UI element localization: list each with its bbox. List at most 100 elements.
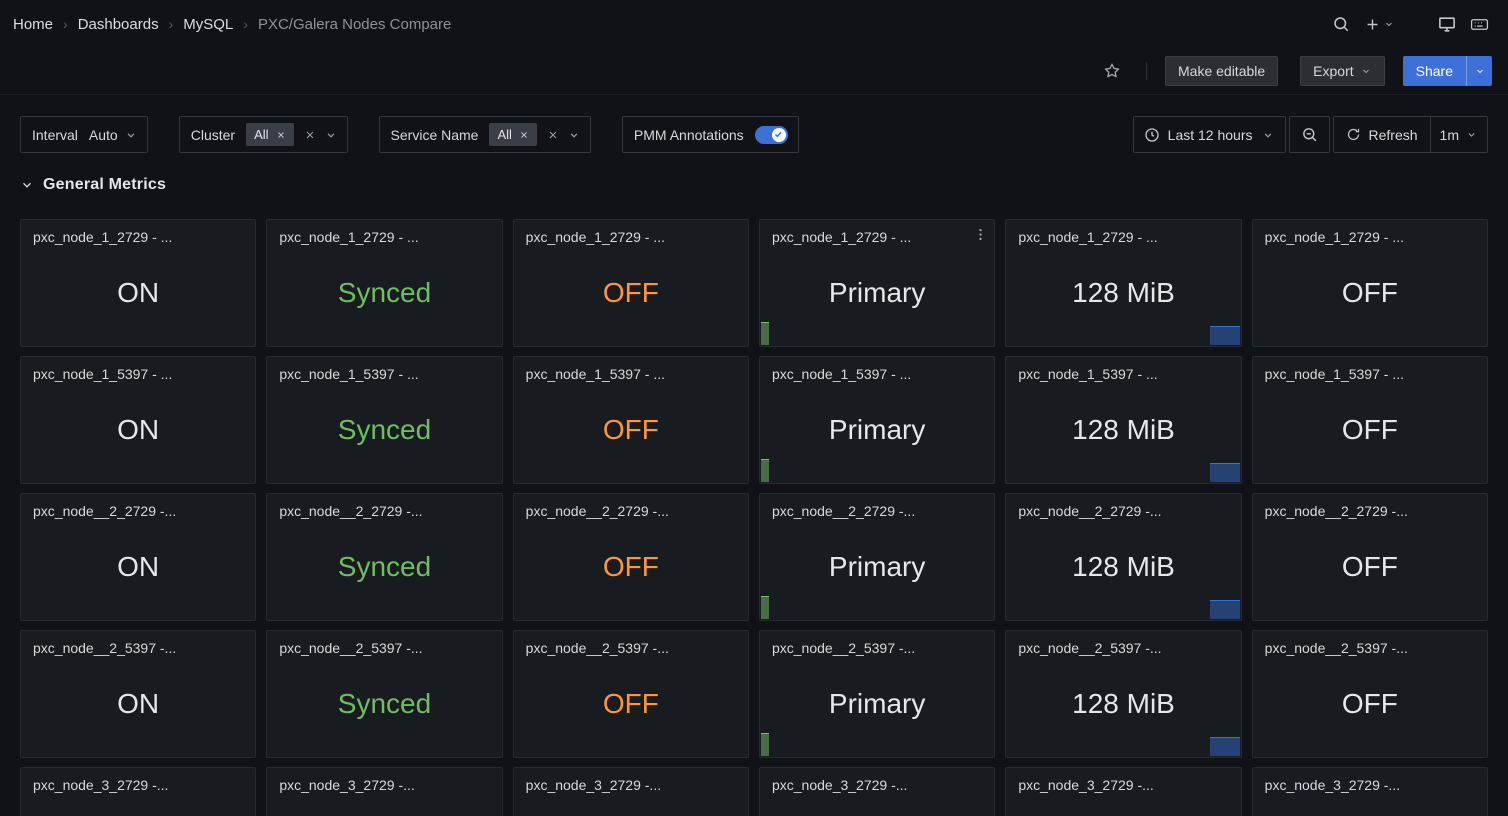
- keyboard-icon[interactable]: [1463, 8, 1495, 40]
- panel-title[interactable]: pxc_node_1_2729 - ...: [21, 220, 255, 245]
- chevron-down-icon[interactable]: [124, 128, 138, 142]
- cluster-value-chip[interactable]: All: [246, 123, 293, 146]
- remove-value-icon[interactable]: [519, 130, 529, 140]
- refresh-icon: [1346, 127, 1361, 142]
- breadcrumb-dashboards[interactable]: Dashboards: [78, 16, 159, 33]
- stat-panel: pxc_node__2_5397 -...Synced: [266, 630, 502, 758]
- stat-value: OFF: [1253, 793, 1487, 816]
- sparkline: [1210, 463, 1240, 482]
- stat-value: ON: [21, 245, 255, 346]
- panel-title[interactable]: pxc_node__2_2729 -...: [267, 494, 501, 519]
- stat-value: ON: [21, 519, 255, 620]
- chevron-down-icon: [20, 178, 34, 192]
- stat-panel: pxc_node__2_5397 -...ON: [20, 630, 256, 758]
- breadcrumb-mysql[interactable]: MySQL: [183, 16, 233, 33]
- share-label: Share: [1416, 63, 1453, 79]
- stat-panel: pxc_node__2_5397 -...Primary: [759, 630, 995, 758]
- refresh-button[interactable]: Refresh: [1334, 117, 1430, 152]
- panel-title[interactable]: pxc_node_1_2729 - ...: [514, 220, 748, 245]
- stat-panel: pxc_node_1_2729 - ...ON: [20, 219, 256, 347]
- panel-title[interactable]: pxc_node__2_5397 -...: [267, 631, 501, 656]
- stat-panel: pxc_node__2_5397 -...OFF: [1252, 630, 1488, 758]
- panel-title[interactable]: pxc_node_1_2729 - ...: [1006, 220, 1240, 245]
- chevron-down-icon[interactable]: [324, 128, 338, 142]
- sparkline: [1210, 600, 1240, 619]
- zoom-out-button[interactable]: [1289, 116, 1330, 153]
- add-button[interactable]: [1357, 8, 1401, 40]
- panel-title[interactable]: pxc_node__2_5397 -...: [1253, 631, 1487, 656]
- panel-title[interactable]: pxc_node_1_2729 - ...: [267, 220, 501, 245]
- share-button[interactable]: Share: [1403, 56, 1466, 86]
- panel-title[interactable]: pxc_node__2_5397 -...: [760, 631, 994, 656]
- stat-value: OFF: [514, 793, 748, 816]
- panel-title[interactable]: pxc_node_1_5397 - ...: [21, 357, 255, 382]
- stat-panel: pxc_node_1_2729 - ...Synced: [266, 219, 502, 347]
- panel-title[interactable]: pxc_node__2_5397 -...: [514, 631, 748, 656]
- panel-title[interactable]: pxc_node_1_5397 - ...: [514, 357, 748, 382]
- panel-title[interactable]: pxc_node_3_2729 -...: [21, 768, 255, 793]
- stat-panel: pxc_node__2_5397 -...128 MiB: [1005, 630, 1241, 758]
- stat-panel: pxc_node_3_2729 -...Synced: [266, 767, 502, 816]
- panel-title[interactable]: pxc_node__2_5397 -...: [21, 631, 255, 656]
- stat-panel: pxc_node_3_2729 -...128 MiB: [1005, 767, 1241, 816]
- panel-title[interactable]: pxc_node__2_2729 -...: [1006, 494, 1240, 519]
- stat-panel: pxc_node_1_2729 - ...Primary: [759, 219, 995, 347]
- stat-value: 128 MiB: [1006, 245, 1240, 346]
- time-range-picker[interactable]: Last 12 hours: [1133, 116, 1286, 153]
- panel-title[interactable]: pxc_node__2_2729 -...: [1253, 494, 1487, 519]
- panel-title[interactable]: pxc_node_1_5397 - ...: [760, 357, 994, 382]
- service-name-label: Service Name: [380, 127, 490, 143]
- clear-icon[interactable]: [304, 129, 316, 141]
- stat-panel: pxc_node_1_5397 - ...Primary: [759, 356, 995, 484]
- chevron-down-icon: [1261, 128, 1275, 142]
- stat-panel: pxc_node__2_2729 -...128 MiB: [1005, 493, 1241, 621]
- panel-title[interactable]: pxc_node_1_5397 - ...: [1006, 357, 1240, 382]
- panel-title[interactable]: pxc_node_3_2729 -...: [1253, 768, 1487, 793]
- search-icon[interactable]: [1325, 8, 1357, 40]
- section-general-metrics[interactable]: General Metrics: [20, 172, 166, 198]
- panel-title[interactable]: pxc_node_1_5397 - ...: [267, 357, 501, 382]
- monitor-icon[interactable]: [1431, 8, 1463, 40]
- panel-title[interactable]: pxc_node__2_5397 -...: [1006, 631, 1240, 656]
- pmm-annotations-control: PMM Annotations: [622, 116, 799, 153]
- panel-title[interactable]: pxc_node_3_2729 -...: [1006, 768, 1240, 793]
- breadcrumb-home[interactable]: Home: [13, 16, 53, 33]
- panel-title[interactable]: pxc_node_1_2729 - ...: [760, 220, 994, 245]
- interval-value[interactable]: Auto: [89, 127, 124, 143]
- panel-title[interactable]: pxc_node_1_5397 - ...: [1253, 357, 1487, 382]
- interval-label: Interval: [21, 127, 89, 143]
- panel-title[interactable]: pxc_node_3_2729 -...: [267, 768, 501, 793]
- panel-title[interactable]: pxc_node_3_2729 -...: [514, 768, 748, 793]
- panel-title[interactable]: pxc_node_3_2729 -...: [760, 768, 994, 793]
- export-button[interactable]: Export: [1300, 56, 1384, 86]
- pmm-annotations-toggle[interactable]: [755, 126, 788, 144]
- sparkline: [1210, 737, 1240, 756]
- stat-value: ON: [21, 656, 255, 757]
- panel-title[interactable]: pxc_node__2_2729 -...: [514, 494, 748, 519]
- panel-title[interactable]: pxc_node__2_2729 -...: [760, 494, 994, 519]
- breadcrumb-separator: ›: [63, 16, 68, 32]
- dashboard-toolbar: Make editable Export Share: [0, 48, 1508, 95]
- service-name-control[interactable]: Service Name All: [379, 116, 591, 153]
- make-editable-button[interactable]: Make editable: [1165, 56, 1278, 86]
- stat-panel: pxc_node_3_2729 -...OFF: [513, 767, 749, 816]
- panel-menu-icon[interactable]: [973, 227, 988, 242]
- panel-title[interactable]: pxc_node__2_2729 -...: [21, 494, 255, 519]
- cluster-control[interactable]: Cluster All: [179, 116, 348, 153]
- stat-panel: pxc_node_3_2729 -...ON: [20, 767, 256, 816]
- stat-panel: pxc_node_1_2729 - ...128 MiB: [1005, 219, 1241, 347]
- refresh-interval-button[interactable]: 1m: [1430, 117, 1487, 152]
- remove-value-icon[interactable]: [276, 130, 286, 140]
- stat-panel: pxc_node_3_2729 -...Primary: [759, 767, 995, 816]
- interval-control[interactable]: Interval Auto: [20, 116, 148, 153]
- star-icon[interactable]: [1096, 55, 1128, 87]
- cluster-value: All: [254, 127, 268, 142]
- stat-panel: pxc_node_1_2729 - ...OFF: [1252, 219, 1488, 347]
- service-value-chip[interactable]: All: [489, 123, 536, 146]
- share-menu-button[interactable]: [1466, 56, 1492, 86]
- chevron-down-icon[interactable]: [567, 128, 581, 142]
- time-controls: Last 12 hours Refresh 1m: [1133, 116, 1488, 153]
- zoom-out-icon: [1301, 126, 1318, 143]
- panel-title[interactable]: pxc_node_1_2729 - ...: [1253, 220, 1487, 245]
- clear-icon[interactable]: [547, 129, 559, 141]
